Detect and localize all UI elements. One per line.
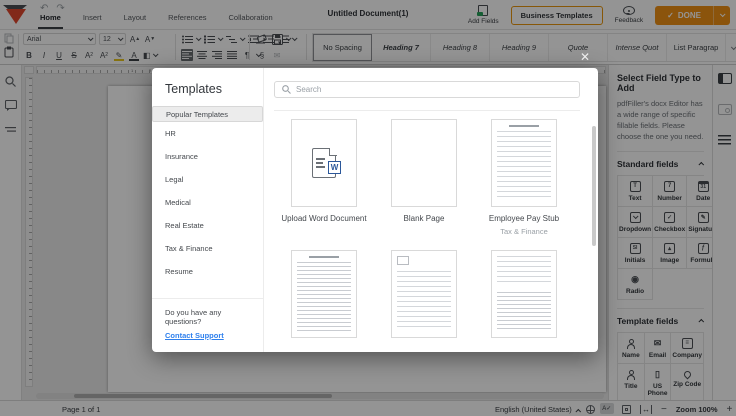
- template-card-4[interactable]: [291, 250, 357, 338]
- docx-editor-app: ↶↷ Home Insert Layout References Collabo…: [0, 0, 736, 416]
- templates-modal: Templates Popular Templates HR Insurance…: [152, 68, 598, 352]
- template-card-5[interactable]: [391, 250, 457, 338]
- contact-support-link[interactable]: Contact Support: [165, 331, 224, 340]
- card-title: Blank Page: [381, 214, 467, 225]
- card-title: Employee Pay Stub: [481, 214, 567, 225]
- sidebar-item-popular-templates[interactable]: Popular Templates: [152, 106, 263, 122]
- templates-content: W Upload Word Document Blank Page: [264, 68, 598, 352]
- card-subtitle: Tax & Finance: [500, 227, 548, 236]
- search-icon: [282, 85, 291, 94]
- template-card-employee-pay-stub[interactable]: [491, 119, 557, 207]
- template-search[interactable]: [274, 81, 580, 98]
- sidebar-item-insurance[interactable]: Insurance: [152, 145, 263, 168]
- template-cards-row-1: W Upload Word Document Blank Page: [274, 119, 580, 236]
- card-title: Upload Word Document: [281, 214, 367, 225]
- modal-scrollbar[interactable]: [592, 126, 596, 246]
- sidebar-item-tax-finance[interactable]: Tax & Finance: [152, 237, 263, 260]
- sidebar-item-hr[interactable]: HR: [152, 122, 263, 145]
- template-card-6[interactable]: [491, 250, 557, 338]
- sidebar-item-real-estate[interactable]: Real Estate: [152, 214, 263, 237]
- search-input[interactable]: [296, 85, 572, 94]
- close-icon[interactable]: ✕: [578, 50, 592, 64]
- pay-stub-preview: [497, 125, 551, 201]
- modal-title: Templates: [152, 68, 263, 106]
- word-document-icon: W: [312, 148, 336, 178]
- template-cards-row-2: [274, 250, 580, 338]
- support-question-text: Do you have any questions?: [165, 308, 221, 326]
- sidebar-item-medical[interactable]: Medical: [152, 191, 263, 214]
- divider: [274, 110, 580, 111]
- sidebar-item-resume[interactable]: Resume: [152, 260, 263, 283]
- template-card-blank-page[interactable]: [391, 119, 457, 207]
- sidebar-item-legal[interactable]: Legal: [152, 168, 263, 191]
- template-card-upload-word[interactable]: W: [291, 119, 357, 207]
- templates-sidebar: Templates Popular Templates HR Insurance…: [152, 68, 264, 352]
